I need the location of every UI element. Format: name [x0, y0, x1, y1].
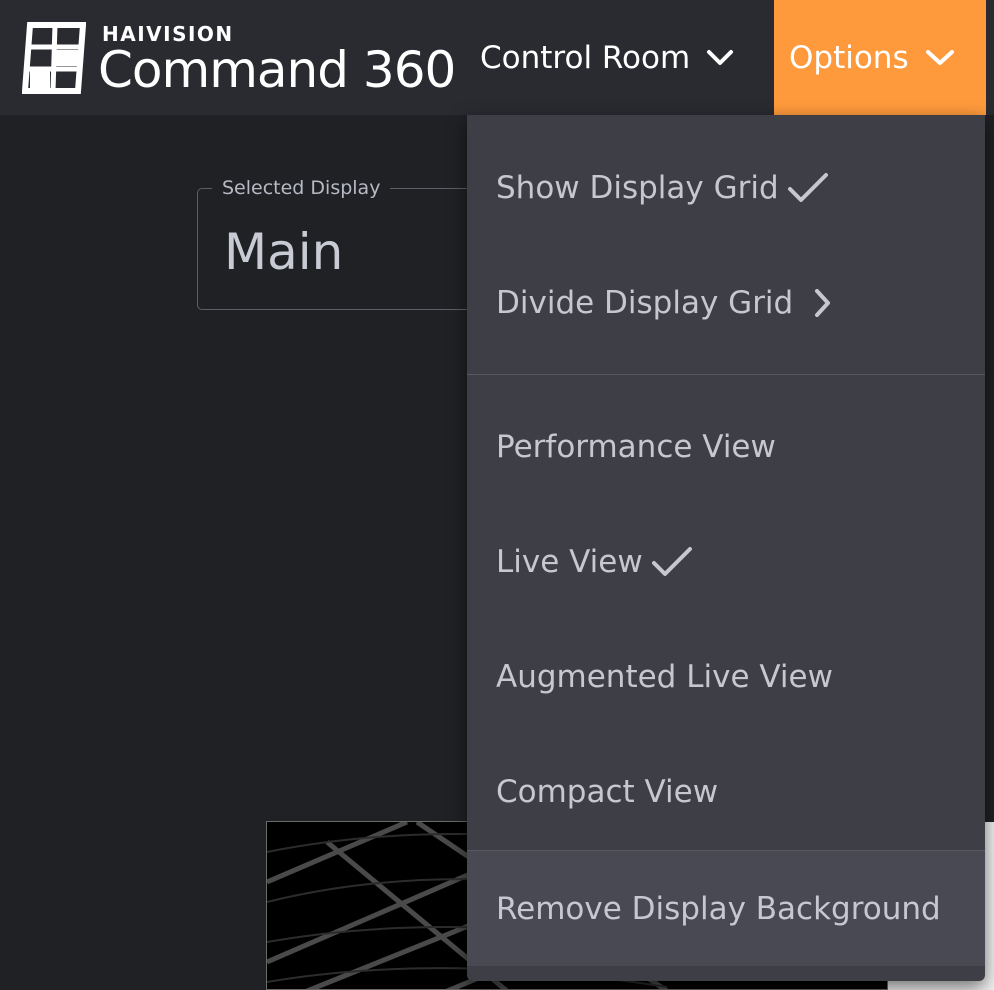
menu-item-label: Remove Display Background [496, 890, 941, 927]
menu-item-show-display-grid[interactable]: Show Display Grid [467, 130, 985, 245]
options-label: Options [789, 39, 909, 76]
menu-item-divide-display-grid[interactable]: Divide Display Grid [467, 245, 985, 360]
options-menu-button[interactable]: Options [774, 0, 986, 115]
menu-item-label: Compact View [496, 773, 719, 810]
menu-item-remove-display-background[interactable]: Remove Display Background [467, 851, 985, 966]
menu-item-performance-view[interactable]: Performance View [467, 389, 985, 504]
menu-item-label: Divide Display Grid [496, 284, 794, 321]
selected-display-value: Main [224, 223, 344, 281]
chevron-down-icon [925, 49, 954, 65]
menu-item-label: Performance View [496, 428, 776, 465]
menu-item-label: Show Display Grid [496, 169, 779, 206]
menu-item-compact-view[interactable]: Compact View [467, 734, 985, 849]
menu-item-live-view[interactable]: Live View [467, 504, 985, 619]
control-room-label: Control Room [480, 40, 691, 76]
checkmark-icon [787, 172, 828, 202]
checkmark-icon [651, 546, 692, 576]
control-room-menu[interactable]: Control Room [480, 35, 734, 81]
menu-item-label: Augmented Live View [496, 658, 833, 695]
top-bar: HAIVISION Command 360 Control Room Optio… [0, 0, 994, 115]
chevron-down-icon [707, 50, 734, 65]
chevron-right-icon [815, 288, 831, 317]
menu-item-augmented-live-view[interactable]: Augmented Live View [467, 619, 985, 734]
selected-display-field[interactable]: Selected Display Main [197, 177, 497, 310]
options-dropdown: Show Display Grid Divide Display Grid Pe… [467, 115, 985, 981]
selected-display-label: Selected Display [212, 177, 391, 199]
brand-product: Command 360 [98, 41, 456, 99]
haivision-logo-icon [22, 22, 86, 94]
menu-divider [467, 374, 985, 375]
menu-item-label: Live View [496, 543, 643, 580]
